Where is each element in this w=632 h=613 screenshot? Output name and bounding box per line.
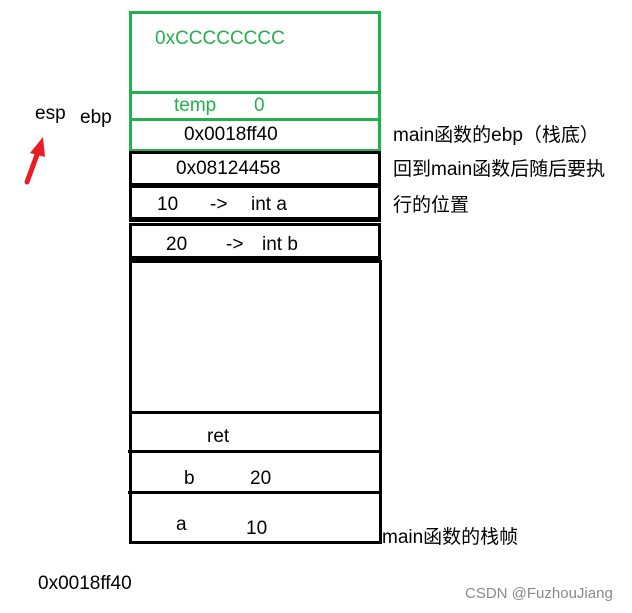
saved-ebp-value: 0x0018ff40 <box>184 124 278 145</box>
main-frame-divider-1 <box>129 411 382 414</box>
bottom-address: 0x0018ff40 <box>38 573 132 594</box>
return-note-line-2: 行的位置 <box>393 195 470 216</box>
saved-ebp-note: main函数的ebp（栈底） <box>393 125 599 146</box>
arg-a-value: 10 <box>157 194 179 215</box>
arg-b-arrow: -> <box>226 234 244 255</box>
a-value: 10 <box>246 518 268 539</box>
red-arrow-icon <box>24 137 45 185</box>
arg-b-name: int b <box>262 234 298 255</box>
a-name: a <box>176 514 187 535</box>
ret-label: ret <box>207 426 230 447</box>
fill-pattern-value: 0xCCCCCCCC <box>155 28 285 49</box>
arg-b-value: 20 <box>166 234 188 255</box>
return-note-line-1: 回到main函数后随后要执 <box>393 159 606 180</box>
arg-a-arrow: -> <box>210 194 228 215</box>
watermark: CSDN @FuzhouJiang <box>465 585 613 602</box>
temp-value: 0 <box>254 95 265 116</box>
main-frame-divider-2 <box>128 450 382 453</box>
temp-name: temp <box>174 95 217 116</box>
main-frame-box <box>129 260 382 544</box>
b-name: b <box>184 468 195 489</box>
fill-pattern-cell <box>129 11 381 94</box>
b-value: 20 <box>250 468 272 489</box>
main-frame-divider-3 <box>128 491 382 494</box>
arg-a-name: int a <box>251 194 287 215</box>
main-frame-note: main函数的栈帧 <box>382 527 519 548</box>
return-address-value: 0x08124458 <box>176 158 281 179</box>
